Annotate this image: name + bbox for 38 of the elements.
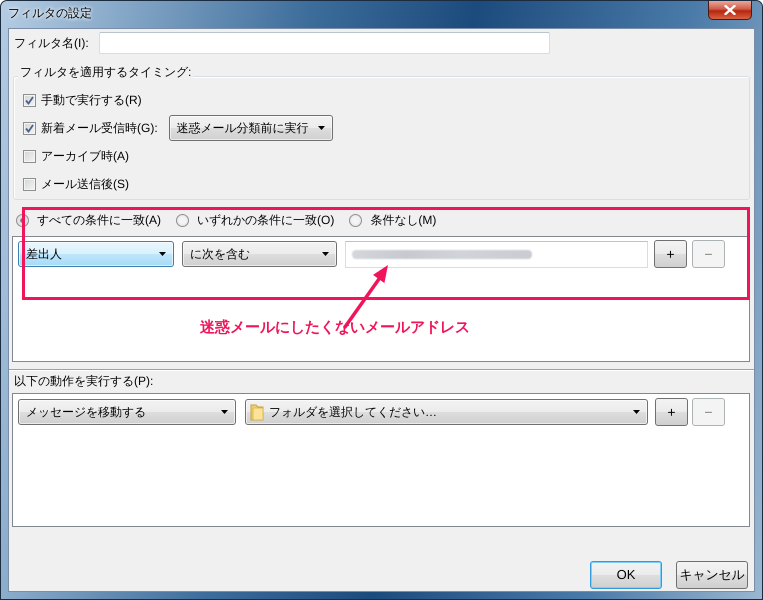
window-title: フィルタの設定 bbox=[8, 5, 92, 21]
checkmark-icon bbox=[25, 96, 34, 104]
checkbox[interactable] bbox=[23, 150, 36, 162]
field-label: フィルタ名(I): bbox=[14, 35, 89, 51]
dropdown[interactable]: に次を含む bbox=[182, 241, 337, 267]
radio-label: いずれかの条件に一致(O) bbox=[197, 212, 334, 228]
dialog-button[interactable]: キャンセル bbox=[676, 561, 748, 589]
radio-button[interactable] bbox=[176, 214, 189, 226]
group-title: フィルタを適用するタイミング: bbox=[18, 64, 194, 80]
add-button[interactable]: + bbox=[654, 240, 687, 268]
section-label: 以下の動作を実行する(P): bbox=[14, 373, 154, 389]
dropdown[interactable]: フォルダを選択してください… bbox=[245, 399, 648, 425]
folder-icon bbox=[250, 404, 264, 420]
caret-icon bbox=[159, 252, 166, 256]
filter-name-field[interactable] bbox=[98, 32, 550, 54]
dropdown[interactable]: 差出人 bbox=[18, 241, 174, 267]
caret-icon bbox=[318, 126, 325, 130]
dropdown[interactable]: 迷惑メール分類前に実行 bbox=[168, 115, 333, 141]
caret-icon bbox=[221, 410, 228, 414]
dialog-button[interactable]: OK bbox=[590, 561, 662, 589]
checkbox[interactable] bbox=[23, 122, 36, 134]
checkbox[interactable] bbox=[23, 178, 36, 190]
caret-icon bbox=[633, 410, 640, 414]
checkbox-label: メール送信後(S) bbox=[41, 176, 129, 192]
address-field[interactable] bbox=[345, 240, 648, 268]
close-button[interactable] bbox=[708, 1, 752, 20]
add-button[interactable]: + bbox=[655, 398, 688, 426]
checkmark-icon bbox=[25, 124, 34, 132]
checkbox-label: 新着メール受信時(G): bbox=[41, 120, 158, 136]
radio-label: すべての条件に一致(A) bbox=[37, 212, 161, 228]
caret-icon bbox=[322, 252, 329, 256]
radio-label: 条件なし(M) bbox=[370, 212, 436, 228]
dropdown[interactable]: メッセージを移動する bbox=[18, 399, 236, 425]
checkbox-label: 手動で実行する(R) bbox=[41, 92, 142, 108]
close-icon bbox=[724, 5, 736, 15]
checkbox-label: アーカイブ時(A) bbox=[41, 148, 129, 164]
radio-button[interactable] bbox=[349, 214, 362, 226]
checkbox[interactable] bbox=[23, 94, 36, 106]
